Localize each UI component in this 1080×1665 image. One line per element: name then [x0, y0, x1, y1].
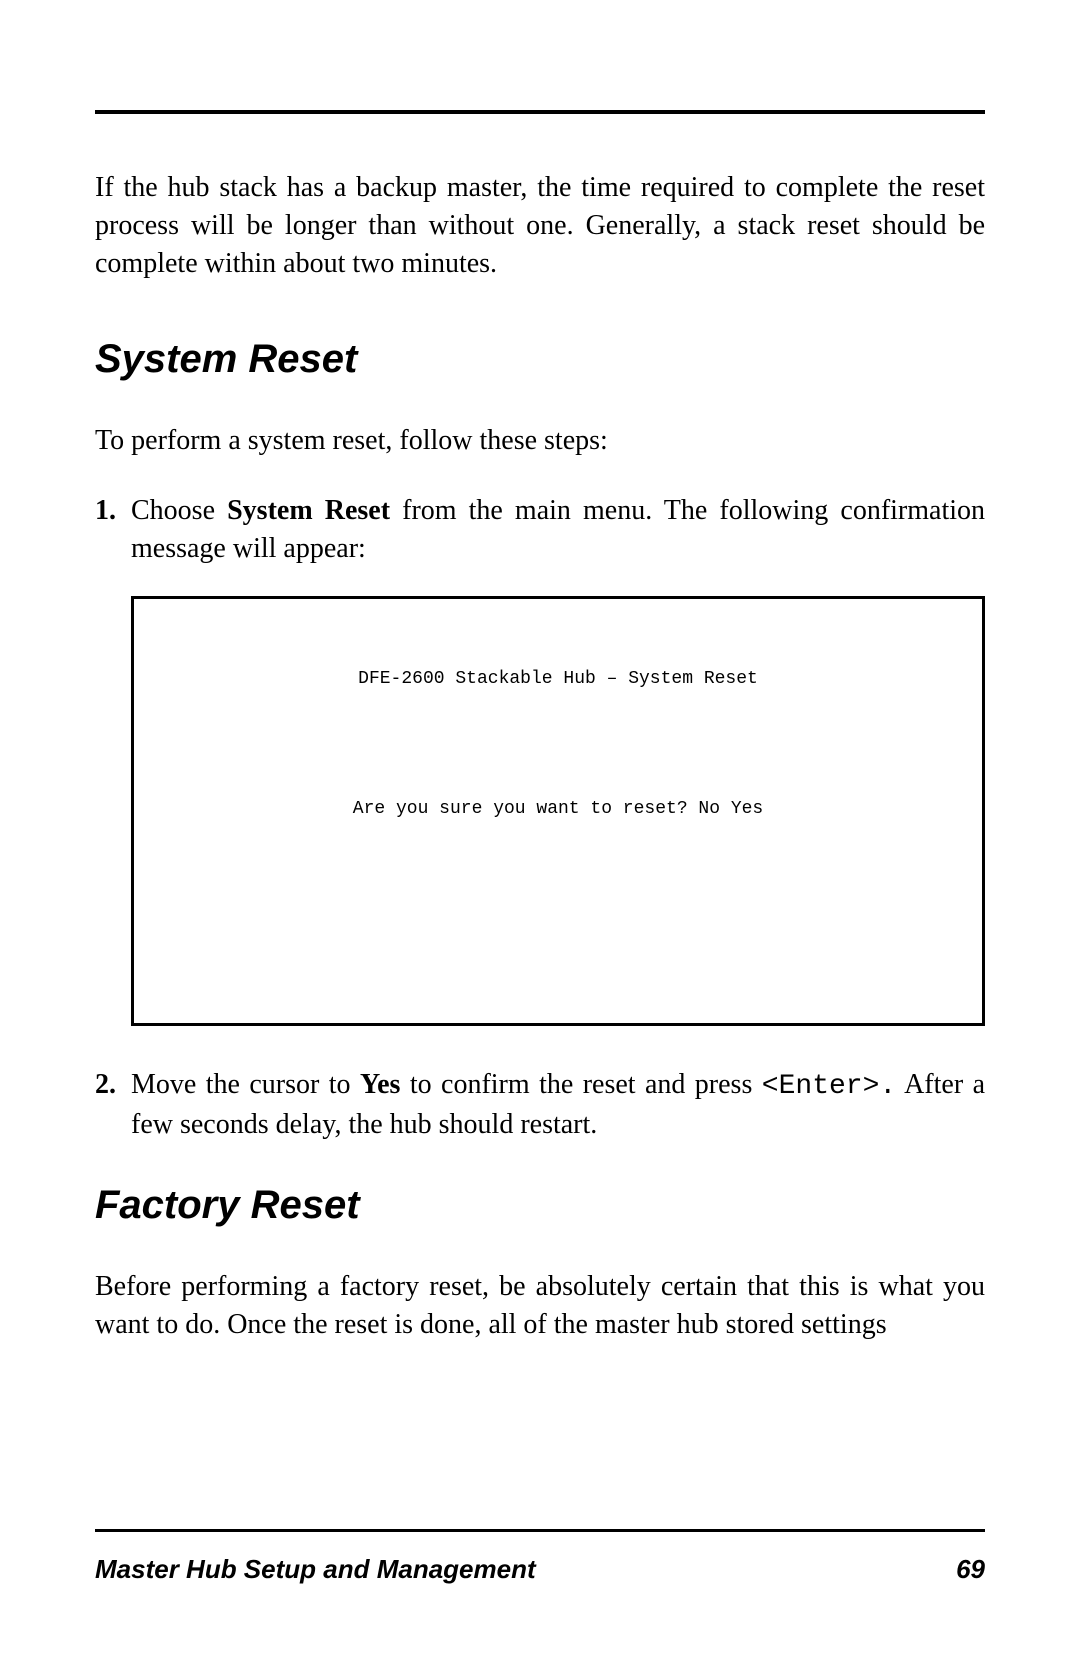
- factory-reset-paragraph: Before performing a factory reset, be ab…: [95, 1268, 985, 1344]
- page-footer-area: Master Hub Setup and Management 69: [95, 1529, 985, 1585]
- heading-system-reset: System Reset: [95, 337, 985, 382]
- step-2-text-a: Move the cursor to: [131, 1069, 360, 1100]
- step-number: 2.: [95, 1066, 131, 1144]
- step-1: 1. Choose System Reset from the main men…: [95, 492, 985, 568]
- step-2-body: Move the cursor to Yes to confirm the re…: [131, 1066, 985, 1144]
- intro-paragraph: If the hub stack has a backup master, th…: [95, 169, 985, 282]
- page-number: 69: [956, 1554, 985, 1585]
- terminal-prompt: Are you sure you want to reset? No Yes: [134, 799, 982, 819]
- step-1-body: Choose System Reset from the main menu. …: [131, 492, 985, 568]
- step-1-bold: System Reset: [227, 495, 390, 526]
- terminal-screenshot-container: DFE-2600 Stackable Hub – System Reset Ar…: [131, 596, 985, 1026]
- step-number: 1.: [95, 492, 131, 568]
- heading-factory-reset: Factory Reset: [95, 1183, 985, 1228]
- step-2-code: <Enter>.: [762, 1071, 896, 1102]
- step-1-text-a: Choose: [131, 495, 227, 526]
- terminal-screenshot: DFE-2600 Stackable Hub – System Reset Ar…: [131, 596, 985, 1026]
- step-2-text-b: to confirm the reset and press: [400, 1069, 761, 1100]
- step-2-bold: Yes: [360, 1069, 400, 1100]
- step-2: 2. Move the cursor to Yes to confirm the…: [95, 1066, 985, 1144]
- footer-title: Master Hub Setup and Management: [95, 1554, 536, 1585]
- terminal-title: DFE-2600 Stackable Hub – System Reset: [134, 669, 982, 689]
- document-page: If the hub stack has a backup master, th…: [0, 0, 1080, 1665]
- system-reset-lead: To perform a system reset, follow these …: [95, 422, 985, 460]
- bottom-horizontal-rule: [95, 1529, 985, 1532]
- top-horizontal-rule: [95, 110, 985, 114]
